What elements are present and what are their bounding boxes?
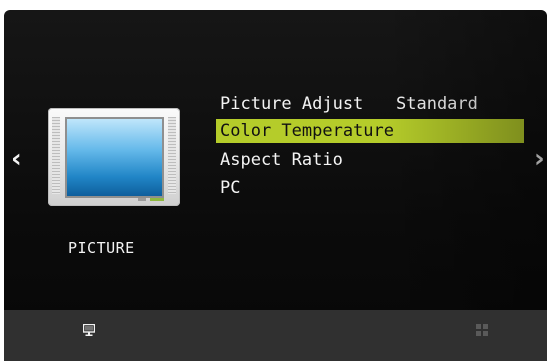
menu-item-label: Aspect Ratio <box>220 150 343 170</box>
tv-speaker-right <box>168 117 176 194</box>
osd-window: ‹ › PICTURE Picture Adjust Standard Colo… <box>0 0 547 361</box>
menu-item-label: PC <box>220 178 241 198</box>
tv-power-indicator <box>150 198 164 201</box>
menu-item-label: Picture Adjust <box>220 94 364 114</box>
menu-item-picture-adjust[interactable]: Picture Adjust Standard <box>216 92 478 116</box>
tv-icon <box>48 108 180 206</box>
tv-screen <box>65 117 164 198</box>
menu-panel: ‹ › PICTURE Picture Adjust Standard Colo… <box>4 10 547 361</box>
footer-bar <box>4 310 547 361</box>
nav-right-arrow-icon[interactable]: › <box>534 146 545 172</box>
menu-item-aspect-ratio[interactable]: Aspect Ratio <box>216 148 343 172</box>
tv-button-indicator <box>138 198 146 201</box>
tv-speaker-left <box>52 117 60 194</box>
nav-left-arrow-icon[interactable]: ‹ <box>11 146 22 172</box>
menu-item-value: Standard <box>396 94 478 114</box>
menu-item-label: Color Temperature <box>220 121 394 141</box>
monitor-icon[interactable] <box>83 324 95 336</box>
menu-item-pc[interactable]: PC <box>216 176 240 200</box>
category-label: PICTURE <box>68 239 135 257</box>
grid-icon[interactable] <box>476 324 488 336</box>
menu-item-color-temperature[interactable]: Color Temperature <box>216 119 524 143</box>
